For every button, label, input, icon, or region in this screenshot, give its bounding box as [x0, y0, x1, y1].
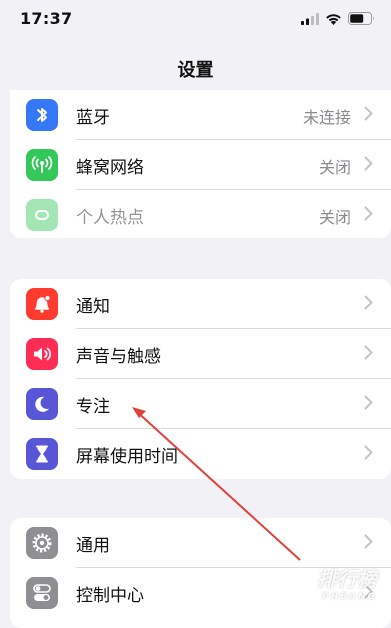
settings-row-screen-time[interactable]: 屏幕使用时间 — [10, 429, 391, 479]
general-label: 通用 — [76, 536, 110, 556]
settings-row-bluetooth[interactable]: 蓝牙 未连接 — [10, 90, 391, 140]
status-icons — [301, 12, 375, 25]
watermark-logo: 排行榜 PHBANG — [317, 563, 377, 602]
bluetooth-status: 未连接 — [302, 108, 351, 127]
chevron-right-icon — [364, 534, 373, 549]
notifications-group: 通知 声音与触感 专注 屏幕使用时间 — [10, 279, 391, 479]
settings-row-notifications[interactable]: 通知 — [10, 279, 391, 329]
bluetooth-icon — [26, 99, 58, 131]
chevron-right-icon — [364, 395, 373, 410]
chevron-right-icon — [364, 106, 373, 121]
chevron-right-icon — [364, 295, 373, 310]
status-bar: 17:37 — [0, 0, 391, 40]
hotspot-label: 个人热点 — [76, 208, 144, 228]
chevron-right-icon — [364, 345, 373, 360]
chevron-right-icon — [364, 206, 373, 221]
gear-icon — [26, 527, 58, 559]
watermark-text: 排行榜 — [317, 567, 377, 591]
chevron-right-icon — [364, 156, 373, 171]
status-time: 17:37 — [20, 9, 73, 28]
moon-icon — [26, 388, 58, 420]
chevron-right-icon — [364, 445, 373, 460]
watermark-sub: PHBANG — [322, 592, 377, 602]
notifications-label: 通知 — [76, 297, 110, 317]
antenna-icon — [26, 149, 58, 181]
bell-icon — [26, 288, 58, 320]
sounds-label: 声音与触感 — [76, 347, 161, 367]
page-title: 设置 — [177, 60, 214, 81]
cellular-label: 蜂窝网络 — [76, 158, 144, 178]
settings-row-general[interactable]: 通用 — [10, 518, 391, 568]
screen-time-label: 屏幕使用时间 — [76, 447, 178, 467]
settings-row-hotspot[interactable]: 个人热点 关闭 — [10, 190, 391, 238]
control-center-label: 控制中心 — [76, 586, 144, 606]
wifi-icon — [326, 13, 341, 25]
speaker-icon — [26, 338, 58, 370]
settings-row-focus[interactable]: 专注 — [10, 379, 391, 429]
hotspot-icon — [26, 199, 58, 231]
cellular-signal-icon — [301, 12, 319, 25]
toggles-icon — [26, 577, 58, 609]
hotspot-status: 关闭 — [318, 208, 351, 227]
settings-row-sounds[interactable]: 声音与触感 — [10, 329, 391, 379]
battery-icon — [348, 12, 374, 25]
bluetooth-label: 蓝牙 — [76, 108, 110, 128]
hourglass-icon — [26, 438, 58, 470]
connectivity-group: 蓝牙 未连接 蜂窝网络 关闭 个人热点 关闭 — [10, 90, 391, 238]
focus-label: 专注 — [76, 397, 110, 417]
settings-row-cellular[interactable]: 蜂窝网络 关闭 — [10, 140, 391, 190]
cellular-status: 关闭 — [318, 158, 351, 177]
